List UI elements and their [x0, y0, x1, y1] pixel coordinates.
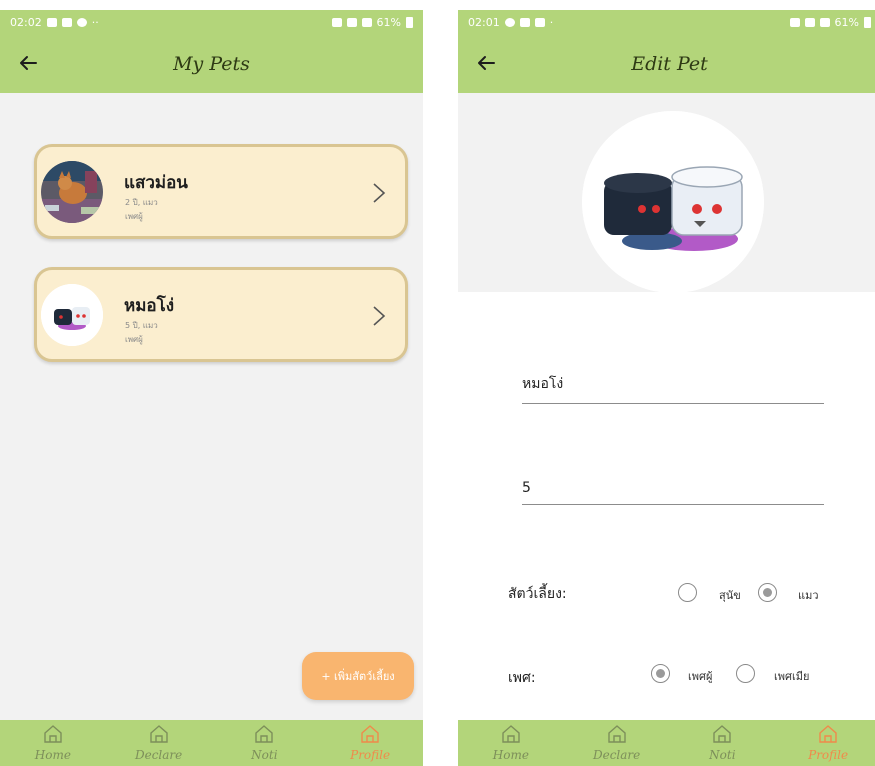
- status-more: ··: [91, 15, 99, 29]
- nav-item-declare[interactable]: Declare: [564, 720, 670, 766]
- nav-item-home[interactable]: Home: [458, 720, 564, 766]
- bottom-nav: Home Declare Noti Profile: [0, 720, 423, 766]
- radio-dog-label: สุนัข: [719, 589, 741, 602]
- radio-female[interactable]: [736, 664, 755, 683]
- signal-icon: [361, 17, 372, 27]
- gallery-icon: [61, 17, 72, 27]
- home-icon: [149, 725, 168, 743]
- radio-female-label: เพศเมีย: [774, 670, 810, 683]
- radio-dog[interactable]: [678, 583, 697, 602]
- chevron-right-icon: [373, 183, 386, 203]
- pet-gender: เพศผู้: [125, 335, 143, 344]
- pet-name-field[interactable]: หมอโง่: [522, 364, 824, 404]
- pet-card[interactable]: แสวม่อน 2 ปี, แมว เพศผู้: [34, 144, 408, 239]
- pet-gender: เพศผู้: [125, 212, 143, 221]
- nav-label: Declare: [592, 748, 641, 762]
- pet-photo-plush: [41, 284, 103, 346]
- status-bar: 02:01 · 61%: [458, 10, 875, 34]
- mail-icon: [534, 17, 545, 27]
- app-bar: My Pets: [0, 34, 423, 93]
- pet-photo-cat: [41, 161, 103, 223]
- app-icon: [76, 17, 87, 27]
- nav-item-noti[interactable]: Noti: [670, 720, 776, 766]
- nav-label: Profile: [350, 748, 391, 762]
- nav-label: Noti: [709, 748, 736, 762]
- pet-age-value: 5: [522, 480, 531, 496]
- my-pets-screen: 02:02 ·· 61% My Pets แสวม่อน 2 ปี, แมว เ…: [0, 10, 423, 766]
- status-more: ·: [549, 15, 554, 29]
- nav-item-home[interactable]: Home: [0, 720, 106, 766]
- page-title: My Pets: [173, 52, 250, 75]
- pet-photo-plush: [582, 111, 764, 293]
- pet-card[interactable]: หมอโง่ 5 ปี, แมว เพศผู้: [34, 267, 408, 362]
- status-time: 02:02: [10, 15, 42, 29]
- animal-type-label: สัตว์เลี้ยง:: [508, 586, 567, 602]
- page-title: Edit Pet: [631, 52, 708, 75]
- battery-icon: [864, 16, 871, 28]
- pet-name-value: หมอโง่: [522, 376, 564, 392]
- back-arrow-icon[interactable]: [472, 49, 500, 77]
- pet-photo-area: [458, 93, 875, 293]
- pet-age-type: 5 ปี, แมว: [125, 321, 158, 330]
- notification-icon: [519, 17, 530, 27]
- chevron-right-icon: [373, 306, 386, 326]
- status-bar: 02:02 ·· 61%: [0, 10, 423, 34]
- battery-icon: [406, 16, 413, 28]
- add-pet-button[interactable]: + เพิ่มสัตว์เลี้ยง: [302, 652, 414, 700]
- nav-item-profile[interactable]: Profile: [317, 720, 423, 766]
- pet-name: แสวม่อน: [124, 173, 188, 193]
- home-icon: [255, 725, 274, 743]
- nav-label: Profile: [808, 748, 849, 762]
- pet-age-type: 2 ปี, แมว: [125, 198, 158, 207]
- battery-percent: 61%: [376, 15, 401, 29]
- radio-cat-label: แมว: [798, 589, 819, 602]
- pet-avatar: [41, 284, 103, 346]
- signal-icon: [819, 17, 830, 27]
- nav-label: Noti: [251, 748, 278, 762]
- notification-icon: [46, 17, 57, 27]
- pet-name: หมอโง่: [124, 296, 175, 316]
- back-arrow-icon[interactable]: [14, 49, 42, 77]
- app-icon: [504, 17, 515, 27]
- pet-photo[interactable]: [582, 111, 764, 293]
- alarm-icon: [331, 17, 342, 27]
- home-icon: [713, 725, 732, 743]
- pet-avatar: [41, 161, 103, 223]
- nav-label: Declare: [134, 748, 183, 762]
- app-bar: Edit Pet: [458, 34, 875, 93]
- home-icon: [607, 725, 626, 743]
- nav-label: Home: [34, 748, 71, 762]
- bottom-nav: Home Declare Noti Profile: [458, 720, 875, 766]
- mute-icon: [804, 17, 815, 27]
- nav-item-declare[interactable]: Declare: [106, 720, 212, 766]
- alarm-icon: [789, 17, 800, 27]
- nav-label: Home: [492, 748, 529, 762]
- pet-age-field[interactable]: 5: [522, 465, 824, 505]
- nav-item-profile[interactable]: Profile: [775, 720, 875, 766]
- mute-icon: [346, 17, 357, 27]
- gender-label: เพศ:: [508, 670, 536, 686]
- radio-cat[interactable]: [758, 583, 777, 602]
- edit-pet-screen: 02:01 · 61% Edit Pet หมอโง่ 5 สัตว์เลี้ย…: [458, 10, 875, 766]
- home-icon: [361, 725, 379, 743]
- radio-male-label: เพศผู้: [688, 670, 713, 683]
- nav-item-noti[interactable]: Noti: [212, 720, 318, 766]
- status-time: 02:01: [468, 15, 500, 29]
- radio-male[interactable]: [651, 664, 670, 683]
- home-icon: [44, 725, 62, 743]
- home-icon: [819, 725, 837, 743]
- home-icon: [502, 725, 520, 743]
- battery-percent: 61%: [834, 15, 859, 29]
